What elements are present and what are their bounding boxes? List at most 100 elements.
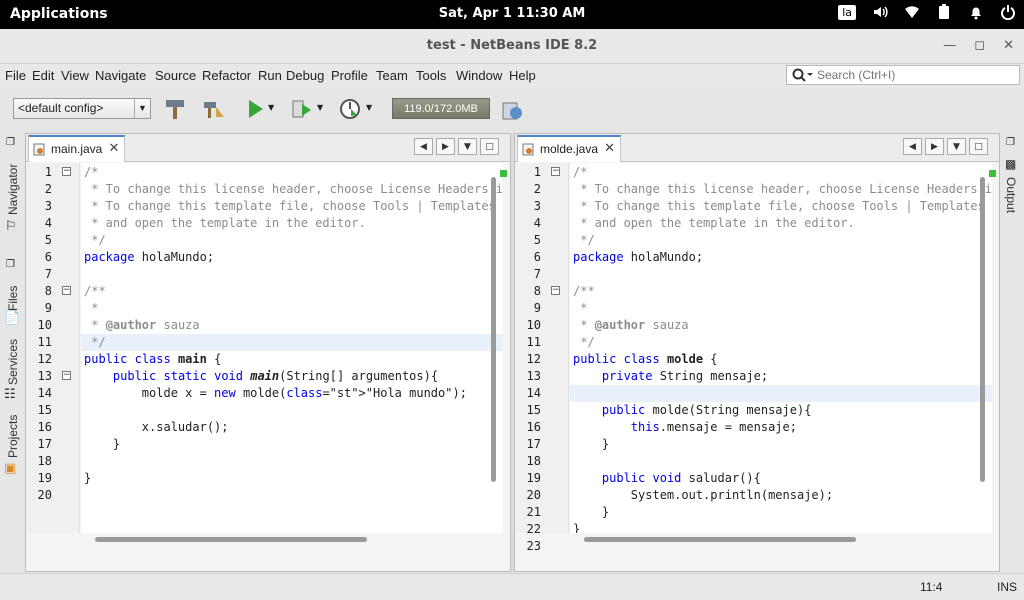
fold-collapse-icon[interactable]: − bbox=[62, 286, 71, 295]
code-line[interactable]: molde x = new molde(class="st">"Hola mun… bbox=[81, 385, 503, 402]
code-line[interactable] bbox=[81, 402, 503, 419]
fold-collapse-icon[interactable]: − bbox=[551, 167, 560, 176]
close-tab-icon[interactable]: ✕ bbox=[108, 140, 119, 156]
code-line[interactable] bbox=[570, 266, 992, 283]
code-line[interactable]: */ bbox=[81, 334, 503, 351]
sidebar-tab-projects[interactable]: Projects bbox=[6, 415, 20, 458]
run-icon[interactable] bbox=[243, 97, 267, 121]
code-line[interactable]: /** bbox=[81, 283, 503, 300]
window-restore-icon[interactable]: ❐ bbox=[1006, 137, 1015, 148]
notification-bell-icon[interactable] bbox=[968, 4, 984, 20]
menu-help[interactable]: Help bbox=[509, 68, 536, 83]
code-line[interactable]: /* bbox=[570, 164, 992, 181]
code-line[interactable]: public molde(String mensaje){ bbox=[570, 402, 992, 419]
profile-icon[interactable] bbox=[338, 97, 362, 121]
code-line[interactable]: } bbox=[570, 504, 992, 521]
tab-molde-java[interactable]: molde.java ✕ bbox=[517, 135, 622, 162]
debug-icon[interactable] bbox=[290, 97, 314, 121]
scroll-tabs-left-icon[interactable]: ◀ bbox=[414, 138, 433, 155]
code-line[interactable]: /* bbox=[81, 164, 503, 181]
menu-file[interactable]: File bbox=[5, 68, 26, 83]
code-line[interactable]: * To change this license header, choose … bbox=[81, 181, 503, 198]
window-restore-icon[interactable]: ❐ bbox=[6, 137, 15, 148]
code-line[interactable]: public class main { bbox=[81, 351, 503, 368]
menu-view[interactable]: View bbox=[61, 68, 89, 83]
projects-icon[interactable]: ▣ bbox=[4, 461, 16, 476]
maximize-icon[interactable]: ◻ bbox=[974, 38, 985, 53]
close-tab-icon[interactable]: ✕ bbox=[604, 140, 615, 156]
menu-window[interactable]: Window bbox=[456, 68, 502, 83]
chevron-down-icon[interactable]: ▼ bbox=[134, 99, 150, 118]
horizontal-scrollbar[interactable] bbox=[81, 534, 481, 546]
show-opened-documents-icon[interactable]: ▼ bbox=[458, 138, 477, 155]
config-select[interactable]: <default config> ▼ bbox=[13, 98, 151, 119]
code-line[interactable]: } bbox=[81, 470, 503, 487]
code-line[interactable]: public class molde { bbox=[570, 351, 992, 368]
code-line[interactable]: } bbox=[570, 436, 992, 453]
code-line[interactable]: * @author sauza bbox=[81, 317, 503, 334]
files-icon[interactable]: 📄 bbox=[4, 311, 20, 326]
code-line[interactable]: * @author sauza bbox=[570, 317, 992, 334]
code-line[interactable]: * and open the template in the editor. bbox=[81, 215, 503, 232]
menu-profile[interactable]: Profile bbox=[331, 68, 368, 83]
code-line[interactable]: */ bbox=[81, 232, 503, 249]
menu-edit[interactable]: Edit bbox=[32, 68, 54, 83]
code-line[interactable] bbox=[81, 453, 503, 470]
services-icon[interactable]: ☷ bbox=[4, 387, 16, 402]
vertical-scrollbar[interactable] bbox=[489, 163, 497, 533]
code-line[interactable]: } bbox=[81, 436, 503, 453]
menu-refactor[interactable]: Refactor bbox=[202, 68, 251, 83]
scroll-tabs-left-icon[interactable]: ◀ bbox=[903, 138, 922, 155]
power-icon[interactable] bbox=[1000, 4, 1016, 20]
search-icon[interactable] bbox=[791, 67, 813, 83]
sidebar-tab-output[interactable]: Output bbox=[1004, 177, 1018, 213]
code-line[interactable]: * bbox=[81, 300, 503, 317]
code-line[interactable]: public void saludar(){ bbox=[570, 470, 992, 487]
volume-icon[interactable] bbox=[872, 4, 888, 20]
keyboard-layout-indicator[interactable]: la bbox=[838, 4, 856, 20]
code-line[interactable]: public static void main(String[] argumen… bbox=[81, 368, 503, 385]
code-line[interactable]: */ bbox=[570, 334, 992, 351]
menu-source[interactable]: Source bbox=[155, 68, 196, 83]
sidebar-tab-navigator[interactable]: Navigator bbox=[6, 164, 20, 215]
chevron-down-icon[interactable]: ▼ bbox=[366, 103, 372, 112]
code-line[interactable] bbox=[81, 266, 503, 283]
menu-tools[interactable]: Tools bbox=[416, 68, 446, 83]
close-icon[interactable]: ✕ bbox=[1003, 38, 1014, 53]
show-opened-documents-icon[interactable]: ▼ bbox=[947, 138, 966, 155]
maximize-window-icon[interactable]: □ bbox=[969, 138, 988, 155]
code-line[interactable]: x.saludar(); bbox=[81, 419, 503, 436]
code-line[interactable]: } bbox=[570, 521, 992, 533]
sidebar-tab-services[interactable]: Services bbox=[6, 339, 20, 385]
maximize-window-icon[interactable]: □ bbox=[480, 138, 499, 155]
code-area[interactable]: /* * To change this license header, choo… bbox=[570, 163, 992, 533]
code-line[interactable]: /** bbox=[570, 283, 992, 300]
sidebar-tab-files[interactable]: Files bbox=[6, 286, 20, 311]
scroll-tabs-right-icon[interactable]: ▶ bbox=[436, 138, 455, 155]
code-line[interactable]: package holaMundo; bbox=[81, 249, 503, 266]
minimize-icon[interactable]: — bbox=[943, 38, 956, 53]
chevron-down-icon[interactable]: ▼ bbox=[317, 103, 323, 112]
search-box[interactable] bbox=[786, 65, 1020, 85]
code-area[interactable]: /* * To change this license header, choo… bbox=[81, 163, 503, 533]
code-line[interactable]: package holaMundo; bbox=[570, 249, 992, 266]
menu-team[interactable]: Team bbox=[376, 68, 408, 83]
fold-collapse-icon[interactable]: − bbox=[62, 167, 71, 176]
window-restore-icon[interactable]: ❐ bbox=[6, 259, 15, 270]
code-line[interactable]: * To change this license header, choose … bbox=[570, 181, 992, 198]
search-input[interactable] bbox=[817, 68, 1013, 82]
fold-collapse-icon[interactable]: − bbox=[62, 371, 71, 380]
build-hammer-icon[interactable] bbox=[163, 97, 187, 121]
memory-indicator[interactable]: 119.0/172.0MB bbox=[392, 98, 490, 119]
vertical-scrollbar[interactable] bbox=[978, 163, 986, 533]
chevron-down-icon[interactable]: ▼ bbox=[268, 103, 274, 112]
menu-debug[interactable]: Debug bbox=[286, 68, 324, 83]
code-line[interactable]: * To change this template file, choose T… bbox=[81, 198, 503, 215]
scroll-tabs-right-icon[interactable]: ▶ bbox=[925, 138, 944, 155]
code-line[interactable]: private String mensaje; bbox=[570, 368, 992, 385]
code-line[interactable]: * bbox=[570, 300, 992, 317]
code-line[interactable]: */ bbox=[570, 232, 992, 249]
battery-icon[interactable] bbox=[936, 4, 952, 20]
fold-collapse-icon[interactable]: − bbox=[551, 286, 560, 295]
clean-build-icon[interactable] bbox=[202, 97, 226, 121]
